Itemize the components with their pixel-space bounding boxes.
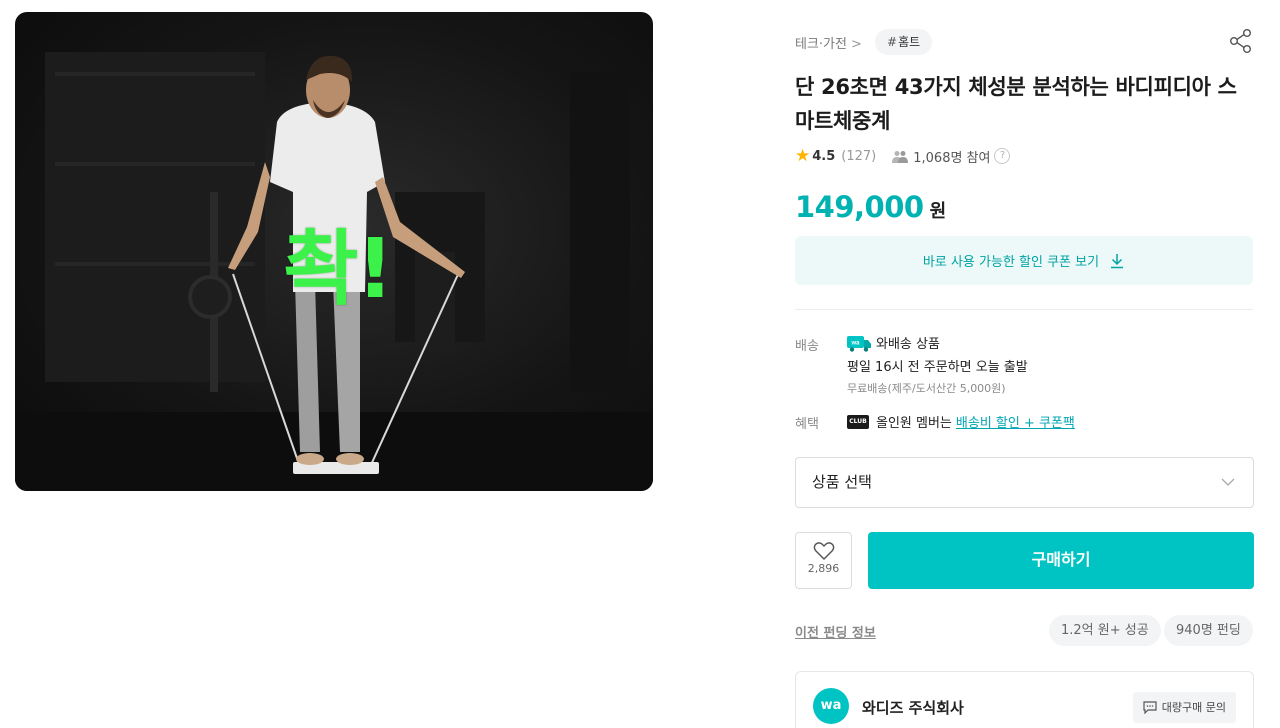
maker-logo[interactable]: wa	[813, 688, 849, 724]
shipping-type: wa 와배송 상품	[847, 333, 940, 352]
chat-icon	[1143, 701, 1157, 714]
rating-value: 4.5	[812, 148, 836, 164]
benefit-text: 올인원 멤버는	[876, 416, 952, 431]
club-badge-icon: CLUB	[847, 414, 869, 429]
price-value: 149,000	[795, 190, 924, 224]
previous-funding-link[interactable]: 이전 펀딩 정보	[795, 622, 876, 641]
people-icon	[892, 150, 909, 163]
option-select[interactable]: 상품 선택	[795, 457, 1254, 508]
star-icon: ★	[795, 146, 811, 166]
share-icon[interactable]	[1229, 28, 1253, 54]
hero-overlay-text: 촥!	[283, 222, 394, 317]
hashtag-label: 홈트	[898, 35, 921, 49]
benefit-link[interactable]: 배송비 할인 + 쿠폰팩	[956, 412, 1075, 431]
heart-icon	[813, 542, 834, 560]
review-count[interactable]: (127)	[841, 149, 876, 164]
divider	[795, 309, 1253, 310]
hashtag-chip[interactable]: #홈트	[875, 29, 933, 55]
bulk-inquiry-label: 대량구매 문의	[1161, 701, 1226, 714]
product-hero-image: 촥!	[15, 12, 653, 491]
chevron-right-icon: >	[850, 37, 862, 52]
shipping-dispatch: 평일 16시 전 주문하면 오늘 출발	[847, 360, 1028, 375]
price-currency: 원	[929, 201, 947, 222]
download-icon	[1111, 253, 1124, 268]
breadcrumb-category-label: 테크·가전	[795, 37, 847, 52]
chevron-down-icon	[1221, 478, 1235, 486]
product-title: 단 26초면 43가지 체성분 분석하는 바디피디아 스마트체중계	[795, 75, 1237, 133]
help-icon[interactable]: ?	[994, 148, 1011, 164]
shipping-label: 배송	[795, 339, 819, 354]
funding-count-chip: 940명 펀딩	[1164, 615, 1253, 646]
wa-badge-text: wa	[850, 340, 860, 346]
buy-button[interactable]: 구매하기	[868, 532, 1254, 589]
price-row: 149,000 원	[795, 190, 946, 224]
like-button[interactable]: 2,896	[795, 532, 852, 589]
option-select-placeholder: 상품 선택	[812, 473, 872, 491]
breadcrumb-category[interactable]: 테크·가전 >	[795, 33, 862, 52]
coupon-label: 바로 사용 가능한 할인 쿠폰 보기	[922, 255, 1100, 270]
hash-symbol: #	[887, 35, 898, 49]
like-count: 2,896	[807, 562, 840, 575]
shipping-fee: 무료배송(제주/도서산간 5,000원)	[847, 382, 1006, 395]
shipping-type-label: 와배송 상품	[876, 337, 940, 352]
benefit-info: CLUB 올인원 멤버는 배송비 할인 + 쿠폰팩	[847, 412, 1075, 431]
wa-truck-icon: wa	[847, 335, 871, 352]
maker-name[interactable]: 와디즈 주식회사	[862, 697, 964, 718]
benefit-label: 혜택	[795, 417, 819, 432]
maker-card: wa 와디즈 주식회사 대량구매 문의	[795, 671, 1254, 728]
funding-amount-chip: 1.2억 원+ 성공	[1049, 615, 1161, 646]
coupon-button[interactable]: 바로 사용 가능한 할인 쿠폰 보기	[795, 236, 1253, 285]
bulk-inquiry-button[interactable]: 대량구매 문의	[1132, 692, 1236, 723]
breadcrumb: 테크·가전 > #홈트	[795, 28, 1255, 56]
rating-row: ★ 4.5 (127) 1,068명 참여 ?	[795, 145, 1011, 167]
participant-count: 1,068명 참여	[913, 150, 991, 166]
